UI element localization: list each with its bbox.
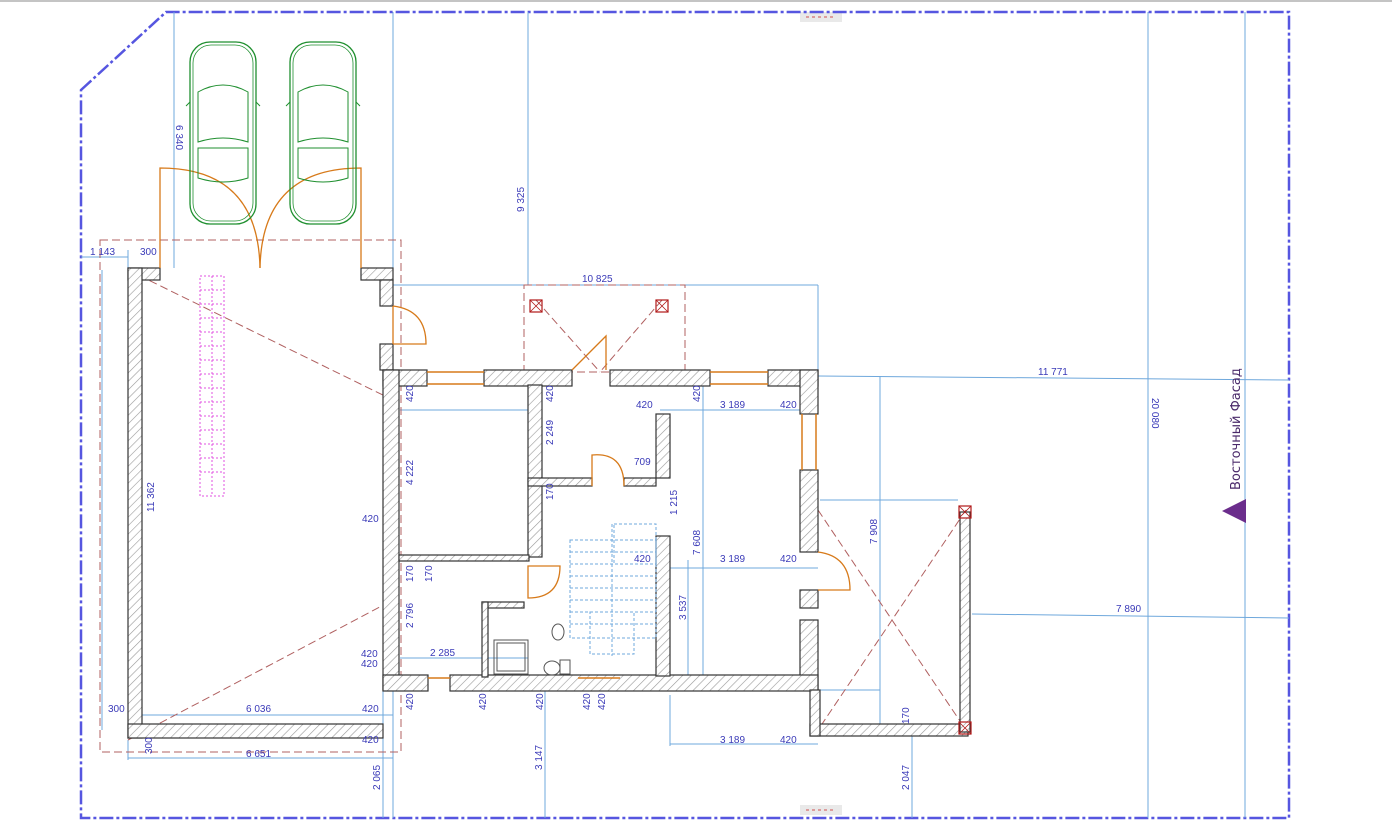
dimension-text: 420 (405, 693, 416, 710)
dimension-text: 420 (634, 554, 651, 565)
site-boundary (79, 10, 1291, 820)
dimension-text: 420 (780, 735, 797, 746)
dimension-text: 420 (597, 693, 608, 710)
car-1-icon (185, 41, 261, 225)
dimension-text: 420 (780, 554, 797, 565)
dimension-text: 170 (405, 565, 416, 582)
columns (529, 299, 972, 735)
dimension-text: 2 065 (372, 765, 383, 790)
dimension-text: 6 651 (246, 749, 271, 760)
dimension-text: 3 189 (720, 554, 745, 565)
dimension-text: 300 (108, 704, 125, 715)
dimension-text: 3 189 (720, 735, 745, 746)
building-walls (127, 267, 971, 739)
dimension-text: 1 215 (669, 490, 680, 515)
dimension-text: 11 362 (146, 482, 157, 512)
dimension-text: 420 (362, 514, 379, 525)
column-icon (529, 299, 543, 313)
dimension-text: 170 (901, 707, 912, 724)
dimension-text: 420 (636, 400, 653, 411)
dimension-text: 11 771 (1038, 367, 1068, 378)
floor-plan-drawing: Восточный Фасад 1 143 300 6 340 9 325 10… (0, 0, 1392, 820)
dimension-text: 3 147 (534, 745, 545, 770)
dimension-text: 4 222 (405, 460, 416, 485)
dimension-text: 420 (535, 693, 546, 710)
dimension-text: 420 (478, 693, 489, 710)
parking-cars (185, 41, 361, 225)
dimension-text: 420 (582, 693, 593, 710)
dimension-text: 300 (140, 247, 157, 258)
facade-marker-icon[interactable] (1222, 499, 1246, 523)
top-ruler (0, 0, 1392, 815)
dimension-text: 6 036 (246, 704, 271, 715)
dimension-text: 20 080 (1149, 398, 1160, 429)
dimension-text: 420 (361, 659, 378, 670)
dimension-text: 709 (634, 457, 651, 468)
dimension-text: 7 890 (1116, 604, 1141, 615)
facade-label: Восточный Фасад (1229, 368, 1244, 490)
toilet-icon (543, 660, 561, 676)
dimension-text: 420 (692, 385, 703, 402)
dimension-text: 420 (545, 385, 556, 402)
dimension-text: 2 249 (545, 420, 556, 445)
dimension-text: 2 047 (901, 765, 912, 790)
column-icon (655, 299, 669, 313)
car-2-icon (285, 41, 361, 225)
staircase (569, 523, 657, 656)
dimension-text: 2 285 (430, 648, 455, 659)
dimension-text: 420 (405, 385, 416, 402)
dimension-lines (81, 12, 1290, 818)
dimension-text: 10 825 (582, 274, 613, 285)
dimension-text: 420 (780, 400, 797, 411)
sink-icon (551, 623, 565, 641)
dimension-text: 7 908 (869, 519, 880, 544)
dimension-text: 6 340 (173, 125, 184, 150)
dimension-text: 9 325 (516, 187, 527, 212)
shower-icon (493, 639, 529, 675)
dimension-text: 3 537 (678, 595, 689, 620)
dimension-text: 170 (545, 483, 556, 500)
dimension-text: 170 (424, 565, 435, 582)
stair-layout (199, 275, 225, 497)
bathroom-fixtures (493, 623, 571, 676)
dimension-text: 420 (362, 735, 379, 746)
dimension-text: 7 608 (692, 530, 703, 555)
dimension-text: 300 (144, 737, 155, 754)
dimension-text: 2 796 (405, 603, 416, 628)
dimension-text: 1 143 (90, 247, 115, 258)
dimension-text: 3 189 (720, 400, 745, 411)
dimension-text: 420 (362, 704, 379, 715)
